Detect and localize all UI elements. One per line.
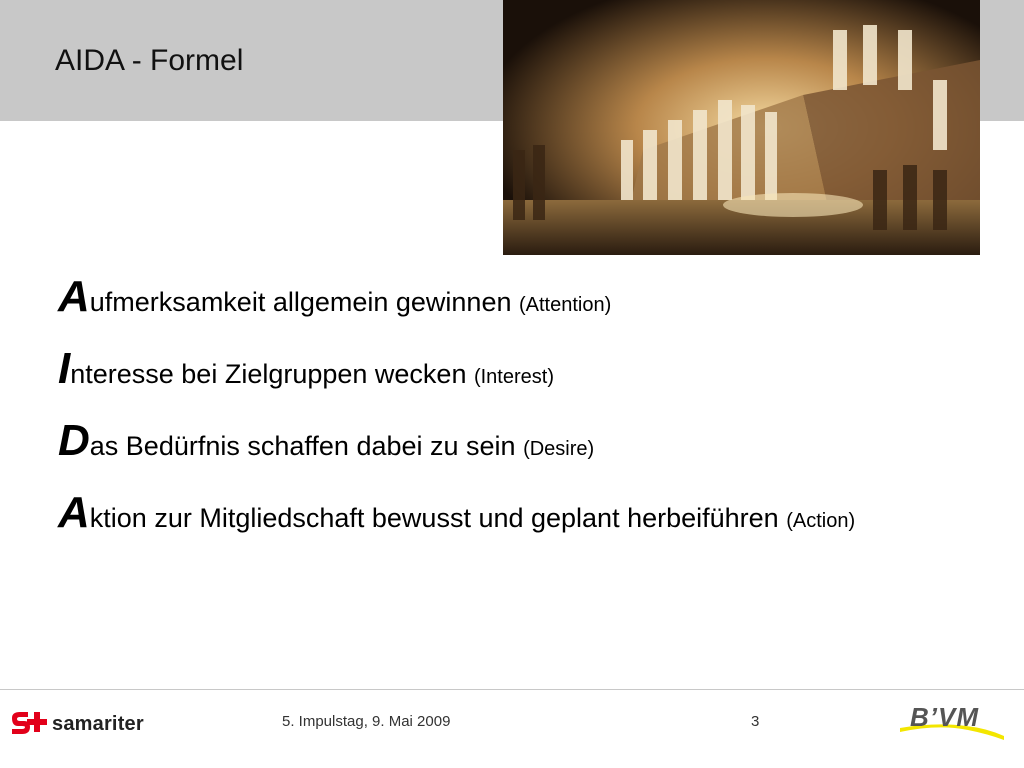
slide-title: AIDA - Formel [55,44,244,77]
page-number: 3 [751,713,760,730]
aida-english: (Desire) [523,438,595,460]
samariter-wordmark: samariter [52,712,144,735]
aida-text: ufmerksamkeit allgemein gewinnen [89,287,519,317]
aida-english: (Attention) [519,294,612,316]
aida-english: (Interest) [473,366,554,388]
bvm-logo: B’VM [898,702,1006,742]
aida-line-desire: Das Bedürfnis schaffen dabei zu sein (De… [58,419,594,463]
aida-line-interest: Interesse bei Zielgruppen wecken (Intere… [58,347,554,391]
aida-line-action: Aktion zur Mitgliedschaft bewusst und ge… [58,491,855,535]
aida-initial: D [58,416,90,465]
aida-initial: A [58,488,90,537]
aida-line-attention: Aufmerksamkeit allgemein gewinnen (Atten… [58,275,611,319]
samariter-logo: samariter [8,708,144,740]
footer-divider [0,689,1024,690]
opera-stage-photo [503,0,980,255]
bvm-wordmark: B’VM [910,702,979,732]
aida-initial: I [58,344,71,393]
aida-text: nteresse bei Zielgruppen wecken [70,359,474,389]
aida-text: ktion zur Mitgliedschaft bewusst und gep… [89,503,787,533]
aida-text: as Bedürfnis schaffen dabei zu sein [89,431,524,461]
footer-event: 5. Impulstag, 9. Mai 2009 [282,713,451,730]
aida-initial: A [58,272,90,321]
samariter-cross-icon [12,712,47,734]
aida-english: (Action) [786,510,856,532]
